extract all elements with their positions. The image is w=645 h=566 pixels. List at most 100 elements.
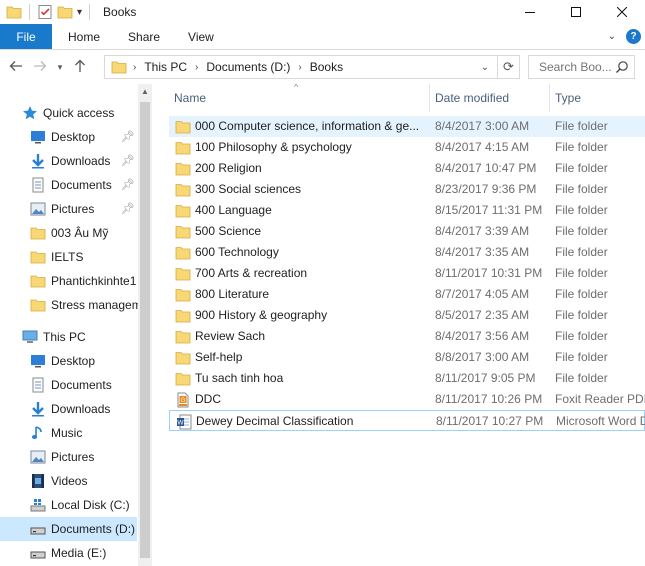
file-row[interactable]: W Dewey Decimal Classification 8/11/2017 1…: [169, 410, 645, 431]
svg-text:W: W: [177, 420, 184, 427]
properties-icon[interactable]: [37, 4, 53, 20]
column-divider[interactable]: [429, 84, 430, 112]
file-row[interactable]: 300 Social sciences 8/23/2017 9:36 PM File…: [169, 179, 645, 200]
navigation-pane: Quick access Desktop 📌︎ Downloads 📌︎ Doc…: [0, 84, 152, 566]
file-name[interactable]: 700 Arts & recreation: [195, 266, 423, 280]
file-row[interactable]: 400 Language 8/15/2017 11:31 PM File folde…: [169, 200, 645, 221]
maximize-button[interactable]: [553, 0, 599, 24]
pin-icon[interactable]: 📌︎: [121, 154, 135, 167]
file-name[interactable]: Review Sach: [195, 329, 423, 343]
breadcrumb-books[interactable]: Books: [310, 60, 343, 74]
nav-pc-music[interactable]: Music: [0, 421, 137, 445]
pin-icon[interactable]: 📌︎: [121, 178, 135, 191]
file-name[interactable]: 300 Social sciences: [195, 182, 423, 196]
nav-pc-documents[interactable]: Documents: [0, 373, 137, 397]
nav-quick-folder-phantichkinhte1[interactable]: Phantichkinhte1: [0, 269, 137, 293]
address-bar[interactable]: › This PC › Documents (D:) › Books ⌄ ⟳: [104, 55, 520, 79]
chevron-right-icon[interactable]: ›: [195, 62, 198, 73]
help-icon[interactable]: ?: [626, 29, 641, 44]
file-name[interactable]: 100 Philosophy & psychology: [195, 140, 423, 154]
nav-quick-access[interactable]: Quick access: [0, 101, 137, 125]
nav-pc-local-disk-c[interactable]: Local Disk (C:): [0, 493, 137, 517]
tab-home[interactable]: Home: [52, 24, 114, 49]
file-row[interactable]: G DDC 8/11/2017 10:26 PM Foxit Reader PDF .…: [169, 389, 645, 410]
nav-pc-documents-d[interactable]: Documents (D:): [0, 517, 137, 541]
word-doc-icon: W: [176, 414, 192, 430]
file-name[interactable]: 900 History & geography: [195, 308, 423, 322]
recent-locations-button[interactable]: ▾: [52, 55, 68, 79]
file-list-pane: ^ Name Date modified Type 000 Computer s…: [163, 84, 645, 566]
minimize-button[interactable]: [507, 0, 553, 24]
chevron-right-icon[interactable]: ›: [298, 62, 301, 73]
breadcrumb-this-pc[interactable]: This PC: [144, 60, 187, 74]
pin-icon[interactable]: 📌︎: [121, 202, 135, 215]
file-name[interactable]: 000 Computer science, information & ge..…: [195, 119, 423, 133]
address-dropdown-icon[interactable]: ⌄: [475, 56, 495, 78]
nav-pane-scrollbar[interactable]: ▲: [138, 84, 152, 566]
column-divider[interactable]: [549, 84, 550, 112]
file-type: Foxit Reader PDF ...: [555, 392, 645, 406]
file-name[interactable]: Tu sach tinh hoa: [195, 371, 423, 385]
back-arrow-icon: [9, 59, 23, 75]
column-header-name[interactable]: Name: [174, 84, 206, 112]
forward-button[interactable]: [28, 55, 52, 79]
search-box[interactable]: [528, 55, 635, 79]
file-row[interactable]: 500 Science 8/4/2017 3:39 AM File folder: [169, 221, 645, 242]
refresh-icon[interactable]: ⟳: [497, 56, 519, 78]
file-name[interactable]: DDC: [195, 392, 423, 406]
new-folder-icon[interactable]: [57, 5, 73, 19]
file-row[interactable]: 000 Computer science, information & ge..…: [169, 116, 645, 137]
column-header-date-modified[interactable]: Date modified: [435, 84, 509, 112]
file-name[interactable]: 400 Language: [195, 203, 423, 217]
breadcrumb-documents-d[interactable]: Documents (D:): [206, 60, 290, 74]
nav-quick-folder-stress-management[interactable]: Stress managem: [0, 293, 142, 317]
expand-ribbon-icon[interactable]: ⌄: [608, 31, 616, 42]
customize-toolbar-dropdown-icon[interactable]: ▾: [77, 7, 82, 18]
file-name[interactable]: 600 Technology: [195, 245, 423, 259]
scrollbar-thumb[interactable]: [140, 102, 150, 558]
file-row[interactable]: Self-help 8/8/2017 3:00 AM File folder: [169, 347, 645, 368]
nav-quick-folder-ielts[interactable]: IELTS: [0, 245, 137, 269]
file-row[interactable]: 600 Technology 8/4/2017 3:35 AM File folde…: [169, 242, 645, 263]
nav-quick-documents[interactable]: Documents 📌︎: [0, 173, 137, 197]
file-row[interactable]: 100 Philosophy & psychology 8/4/2017 4:15…: [169, 137, 645, 158]
file-row[interactable]: 700 Arts & recreation 8/11/2017 10:31 PM F…: [169, 263, 645, 284]
close-button[interactable]: [599, 0, 645, 24]
nav-pc-downloads[interactable]: Downloads: [0, 397, 137, 421]
nav-pc-media-e[interactable]: Media (E:): [0, 541, 137, 565]
file-name[interactable]: Dewey Decimal Classification: [196, 414, 424, 428]
nav-this-pc[interactable]: This PC: [0, 325, 137, 349]
folder-icon[interactable]: [6, 5, 22, 19]
file-name[interactable]: 800 Literature: [195, 287, 423, 301]
file-row[interactable]: 900 History & geography 8/5/2017 2:35 AM F…: [169, 305, 645, 326]
ribbon-tabs: File Home Share View ⌄ ?: [0, 24, 645, 50]
nav-label: Phantichkinhte1: [51, 274, 137, 288]
file-name[interactable]: 500 Science: [195, 224, 423, 238]
nav-quick-pictures[interactable]: Pictures 📌︎: [0, 197, 137, 221]
nav-pc-videos[interactable]: Videos: [0, 469, 137, 493]
chevron-right-icon[interactable]: ›: [133, 62, 136, 73]
up-button[interactable]: [68, 55, 92, 79]
pin-icon[interactable]: 📌︎: [121, 130, 135, 143]
windows-drive-icon: [30, 497, 46, 513]
desktop-icon: [30, 353, 46, 369]
nav-pc-desktop[interactable]: Desktop: [0, 349, 137, 373]
column-header-type[interactable]: Type: [555, 84, 581, 112]
search-input[interactable]: [539, 60, 617, 74]
nav-pc-pictures[interactable]: Pictures: [0, 445, 137, 469]
tab-view[interactable]: View: [174, 24, 228, 49]
file-row[interactable]: Review Sach 8/4/2017 3:56 AM File folder: [169, 326, 645, 347]
file-row[interactable]: 200 Religion 8/4/2017 10:47 PM File folder: [169, 158, 645, 179]
nav-quick-desktop[interactable]: Desktop 📌︎: [0, 125, 137, 149]
scroll-up-arrow-icon[interactable]: ▲: [141, 87, 149, 96]
tab-share[interactable]: Share: [114, 24, 174, 49]
back-button[interactable]: [4, 55, 28, 79]
tab-file[interactable]: File: [0, 24, 52, 49]
file-name[interactable]: Self-help: [195, 350, 423, 364]
file-row[interactable]: Tu sach tinh hoa 8/11/2017 9:05 PM File fo…: [169, 368, 645, 389]
file-row[interactable]: 800 Literature 8/7/2017 4:05 AM File folde…: [169, 284, 645, 305]
nav-label: Stress managem: [51, 298, 142, 312]
file-name[interactable]: 200 Religion: [195, 161, 423, 175]
nav-quick-folder-003-au-my[interactable]: 003 Âu Mỹ: [0, 221, 137, 245]
nav-quick-downloads[interactable]: Downloads 📌︎: [0, 149, 137, 173]
